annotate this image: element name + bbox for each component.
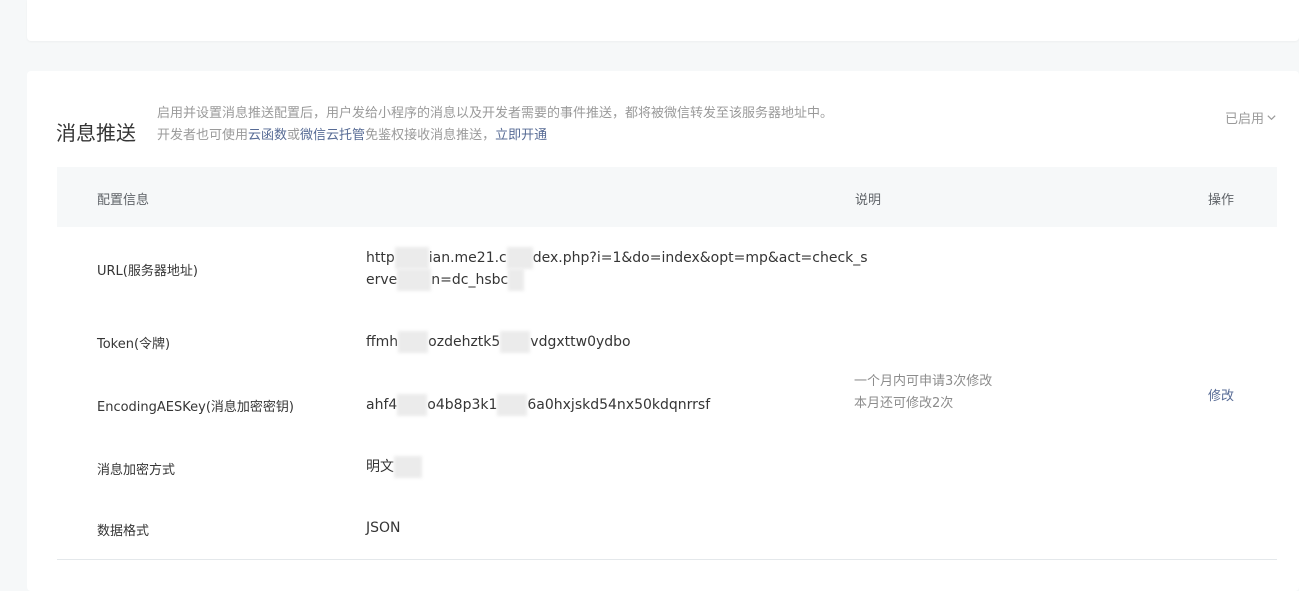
url-label: URL(服务器地址) (97, 264, 198, 279)
description-suffix: 免鉴权接收消息推送， (365, 128, 496, 143)
header-action: 操作 (1208, 193, 1235, 208)
encrypt-value: 明文 (366, 456, 422, 478)
redaction-mask (397, 269, 432, 291)
redaction-mask (398, 331, 429, 353)
status-label: 已启用 (1224, 112, 1264, 127)
enable-now-link[interactable]: 立即开通 (495, 128, 547, 143)
url-value-line-1: http ian.me21.c dex.php?i=1&do=index&opt=m… (366, 247, 868, 269)
table-header: 配置信息 说明 操作 (57, 167, 1277, 227)
table-body: URL(服务器地址) http ian.me21.c dex.php?i=1&do=… (57, 227, 1277, 560)
aeskey-label: EncodingAESKey(消息加密密钥) (97, 400, 294, 415)
redaction-mask (394, 456, 422, 478)
redaction-mask (397, 394, 428, 416)
config-table: 配置信息 说明 操作 URL(服务器地址) http ian.me21.c dex.… (57, 167, 1277, 560)
encrypt-label: 消息加密方式 (97, 463, 176, 478)
modify-limit-note: 一个月内可申请3次修改 本月还可修改2次 (854, 371, 992, 415)
description-or: 或 (287, 128, 301, 143)
message-push-card: 消息推送 启用并设置消息推送配置后，用户发给小程序的消息以及开发者需要的事件推送… (27, 71, 1299, 591)
format-value: JSON (366, 520, 401, 536)
cloud-function-link[interactable]: 云函数 (248, 128, 287, 143)
status-dropdown[interactable]: 已启用 (1225, 108, 1277, 127)
token-label: Token(令牌) (97, 337, 171, 352)
redaction-mask (506, 247, 533, 269)
description-prefix: 开发者也可使用 (157, 128, 249, 143)
modify-button[interactable]: 修改 (1208, 385, 1234, 404)
section-title: 消息推送 (56, 121, 136, 145)
redaction-mask (500, 331, 531, 353)
header-config: 配置信息 (97, 193, 150, 208)
redaction-mask (394, 247, 429, 269)
description-line-1: 启用并设置消息推送配置后，用户发给小程序的消息以及开发者需要的事件推送，都将被微… (157, 106, 834, 121)
modify-limit-line-1: 一个月内可申请3次修改 (854, 374, 993, 389)
cloud-hosting-link[interactable]: 微信云托管 (300, 128, 365, 143)
aeskey-value: ahf4 o4b8p3k1 6a0hxjskd54nx50kdqnrrsf (366, 394, 710, 416)
header-note: 说明 (855, 193, 882, 208)
url-value-line-2: erve n=dc_hsbc (366, 269, 868, 291)
token-value: ffmh ozdehztk5 vdgxttw0ydbo (366, 331, 631, 353)
format-label: 数据格式 (97, 524, 150, 539)
modify-limit-line-2: 本月还可修改2次 (854, 396, 954, 411)
description-line-2: 开发者也可使用云函数或微信云托管免鉴权接收消息推送，立即开通 (157, 125, 833, 147)
url-value: http ian.me21.c dex.php?i=1&do=index&opt=m… (366, 247, 868, 291)
section-description: 启用并设置消息推送配置后，用户发给小程序的消息以及开发者需要的事件推送，都将被微… (157, 103, 833, 147)
chevron-down-icon (1267, 115, 1276, 121)
redaction-mask (497, 394, 528, 416)
top-card (27, 0, 1299, 41)
redaction-mask (508, 269, 525, 291)
